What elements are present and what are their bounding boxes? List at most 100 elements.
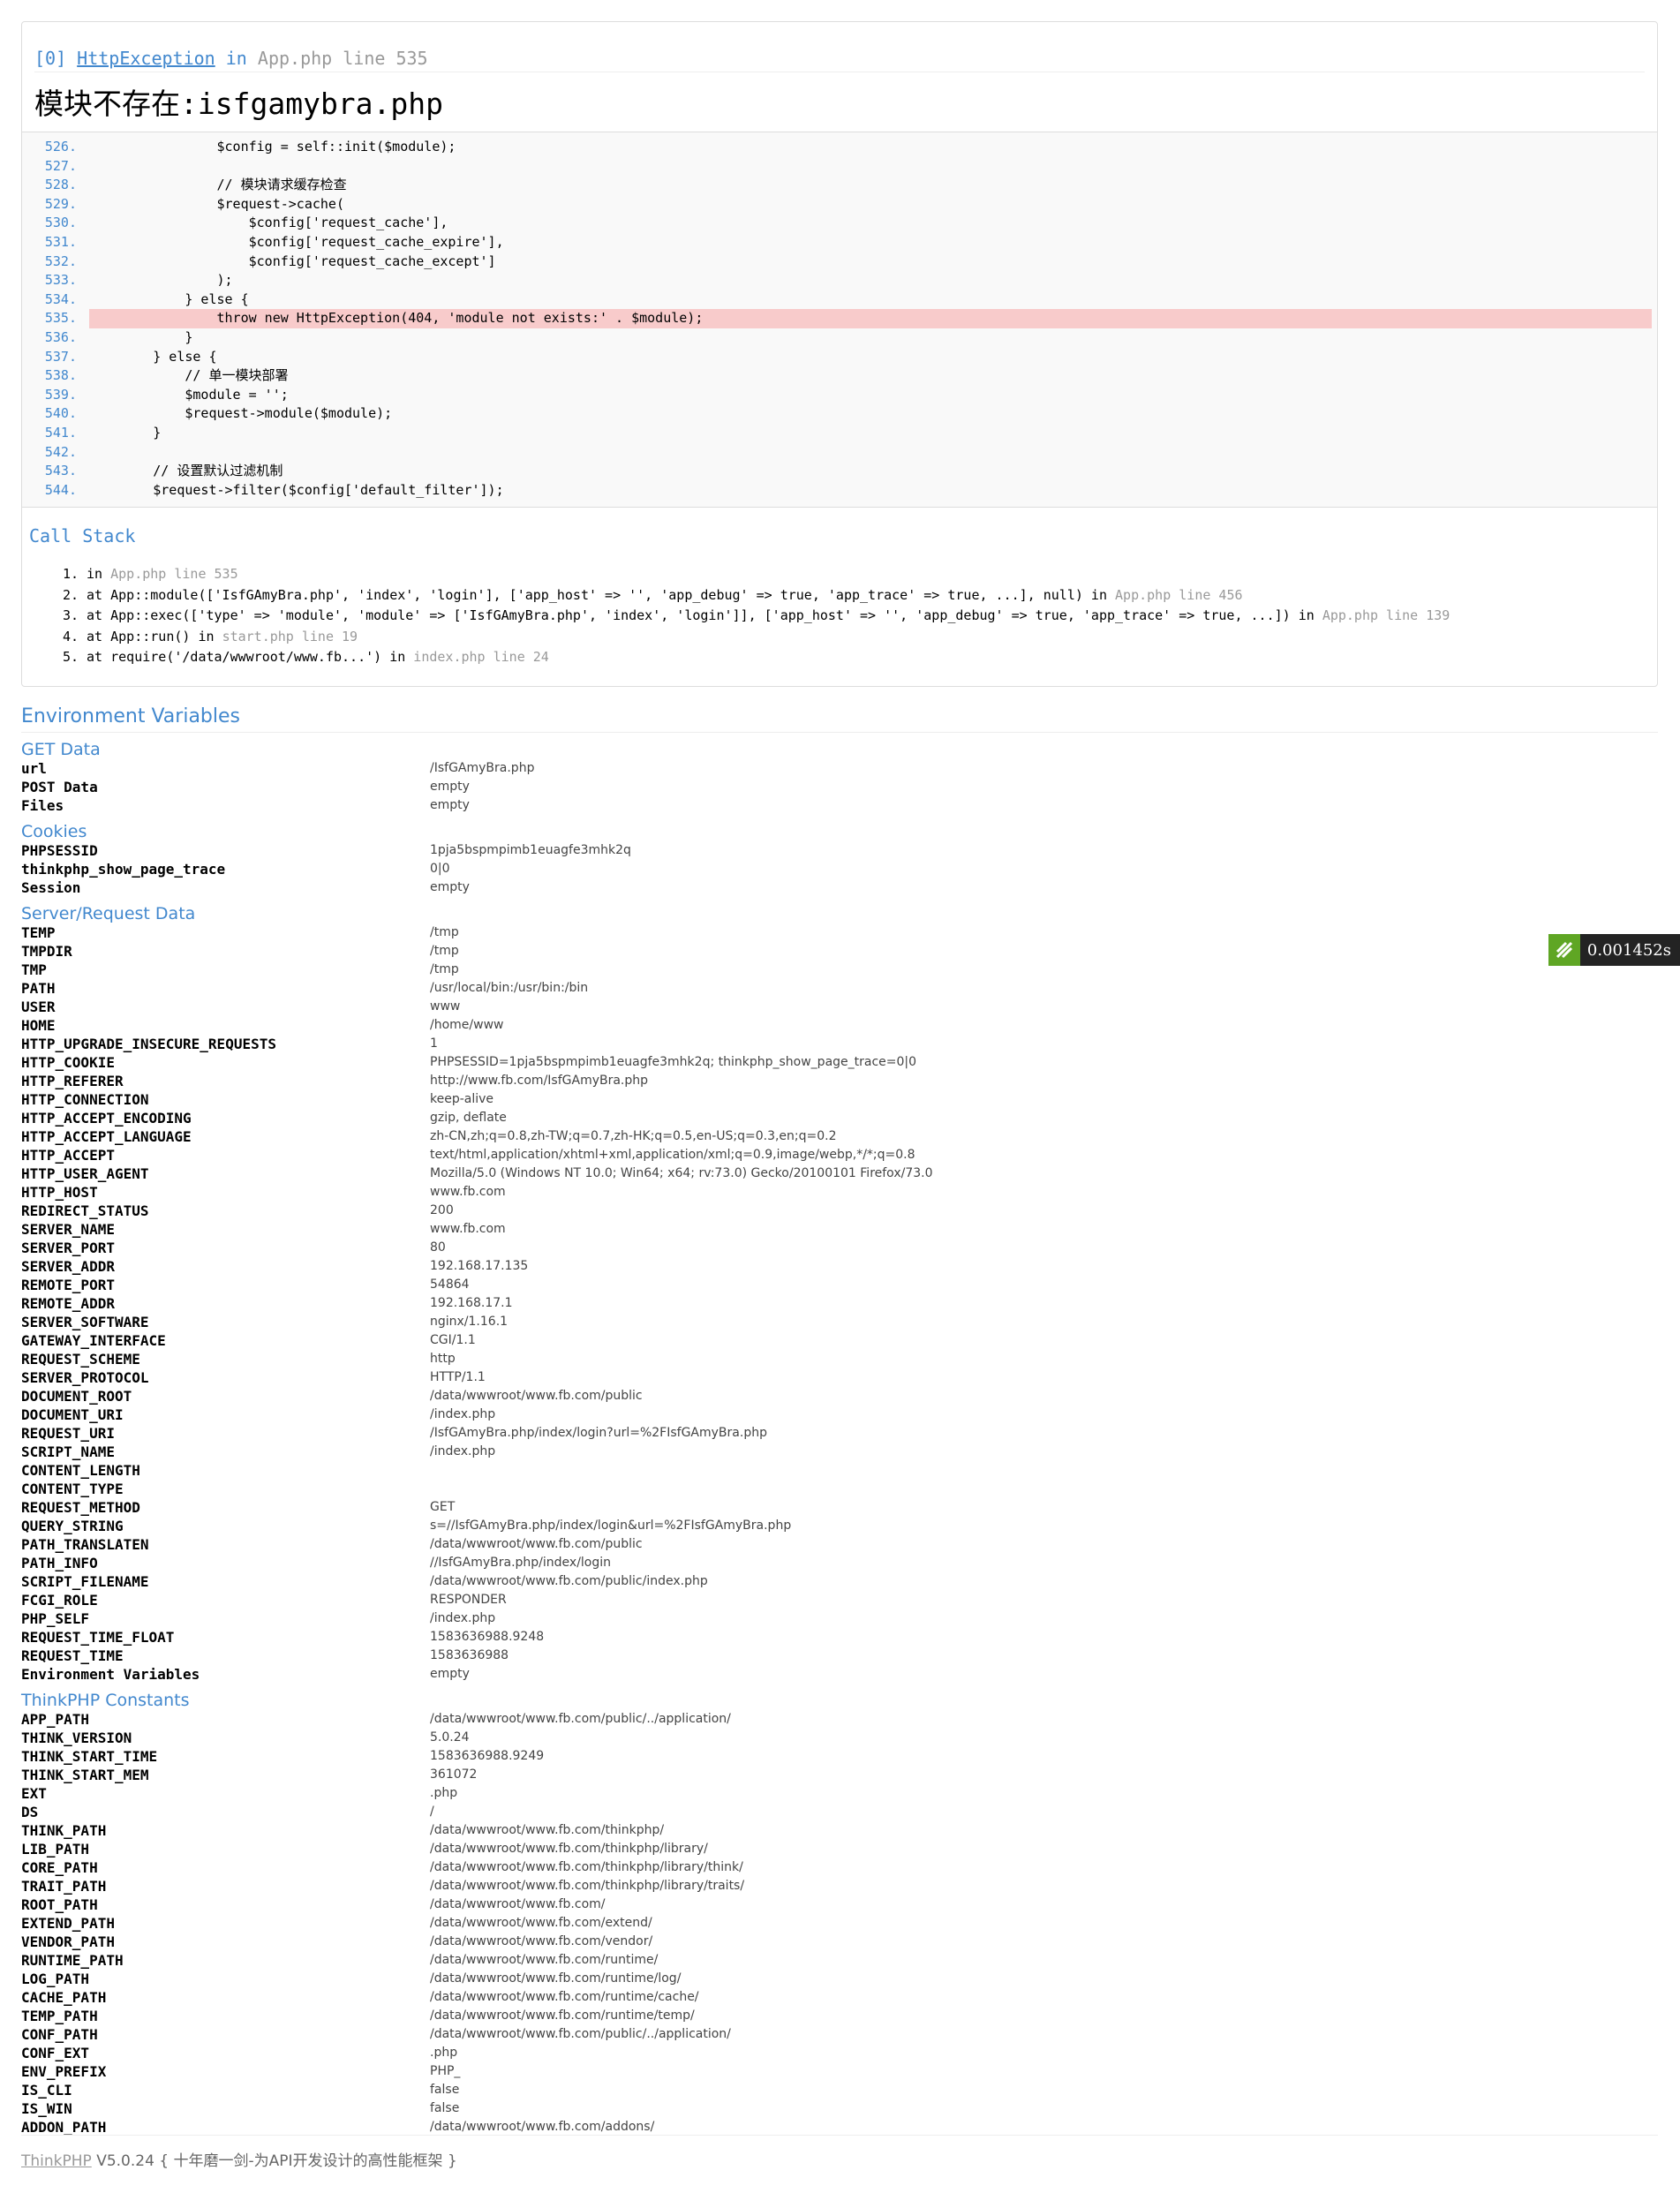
- env-row: TEMP/tmp: [21, 923, 1658, 942]
- call-stack-call: require('/data/wwwroot/www.fb...') in: [110, 649, 414, 665]
- env-row: USER www: [21, 998, 1658, 1016]
- env-value: /data/wwwroot/www.fb.com/runtime/temp/: [430, 2008, 695, 2023]
- env-value: /index.php: [430, 1444, 496, 1458]
- env-value: www.fb.com: [430, 1185, 506, 1199]
- env-key: SERVER_PROTOCOL: [21, 1369, 149, 1386]
- env-row: url/IsfGAmyBra.php: [21, 759, 1658, 778]
- source-line: 530. $config['request_cache'],: [22, 214, 1657, 233]
- env-section-title: ThinkPHP Constants: [21, 1691, 190, 1710]
- env-row: HTTP_USER_AGENT Mozilla/5.0 (Windows NT 1…: [21, 1164, 1658, 1183]
- env-row: SCRIPT_NAME/index.php: [21, 1443, 1658, 1461]
- call-stack-title: Call Stack: [29, 525, 136, 546]
- env-section: Server/Request Data TEMP/tmp TMPDIR/tmp TMP…: [21, 904, 1658, 1665]
- call-stack-item: 1. in App.php line 535: [63, 564, 1657, 585]
- line-code: $config = self::init($module);: [89, 139, 456, 154]
- env-row: LOG_PATH/data/wwwroot/www.fb.com/runtime…: [21, 1970, 1658, 1988]
- line-code: }: [89, 424, 162, 441]
- env-key: ROOT_PATH: [21, 1896, 98, 1913]
- line-code: );: [89, 272, 233, 289]
- source-line: 540. $request->module($module);: [22, 404, 1657, 424]
- env-value: /tmp: [430, 944, 459, 958]
- line-number: 528.: [44, 177, 77, 193]
- env-key: PATH_INFO: [21, 1555, 98, 1571]
- env-key: Session: [21, 879, 81, 896]
- env-value: /data/wwwroot/www.fb.com/thinkphp/: [430, 1823, 665, 1837]
- line-number: 529.: [44, 195, 77, 212]
- env-row: HTTP_ACCEPT_ENCODING gzip, deflate: [21, 1109, 1658, 1127]
- call-stack-index: 4.: [62, 628, 79, 644]
- env-value: 80: [430, 1240, 446, 1255]
- call-stack-call: App::module(['IsfGAmyBra.php', 'index', …: [110, 586, 1116, 603]
- env-key: SCRIPT_FILENAME: [21, 1573, 149, 1590]
- trace-time: 0.001452s: [1586, 940, 1671, 960]
- env-value: Mozilla/5.0 (Windows NT 10.0; Win64; x64…: [430, 1166, 933, 1180]
- env-key: TEMP_PATH: [21, 2008, 98, 2024]
- env-row: HTTP_HOST www.fb.com: [21, 1183, 1658, 1202]
- env-row: PHPSESSID 1pja5bspmpimb1euagfe3mhk2q: [21, 841, 1658, 860]
- call-stack-index: 2.: [62, 586, 79, 603]
- env-row: CONTENT_TYPE: [21, 1480, 1658, 1498]
- footer-text: V5.0.24 { 十年磨一剑-为API开发设计的高性能框架 }: [91, 2152, 457, 2170]
- env-value: http://www.fb.com/IsfGAmyBra.php: [430, 1074, 649, 1088]
- call-stack-index: 3.: [62, 607, 79, 623]
- env-key: THINK_START_MEM: [21, 1767, 149, 1783]
- env-key: HTTP_USER_AGENT: [21, 1165, 149, 1182]
- env-key: RUNTIME_PATH: [21, 1952, 124, 1969]
- line-number: 539.: [44, 386, 77, 403]
- call-stack-location: index.php line 24: [413, 649, 549, 665]
- line-number: 538.: [44, 367, 77, 384]
- env-value: 0|0: [430, 862, 450, 876]
- env-row: EXTEND_PATH/data/wwwroot/www.fb.com/exte…: [21, 1914, 1658, 1933]
- env-key: HTTP_REFERER: [21, 1073, 124, 1089]
- thinkphp-logo-icon: [1548, 934, 1580, 966]
- env-value: /tmp: [430, 962, 459, 976]
- thinkphp-link[interactable]: ThinkPHP: [21, 2152, 92, 2170]
- env-key: USER: [21, 999, 56, 1015]
- call-stack-prefix: at: [87, 586, 111, 603]
- env-key: DOCUMENT_URI: [21, 1406, 124, 1423]
- env-value: //IsfGAmyBra.php/index/login: [430, 1556, 612, 1570]
- env-row: TMPDIR/tmp: [21, 942, 1658, 961]
- env-value: www.fb.com: [430, 1222, 506, 1236]
- env-key: TMP: [21, 961, 47, 978]
- env-key: SCRIPT_NAME: [21, 1443, 115, 1460]
- source-line: 541. }: [22, 424, 1657, 443]
- env-key: THINK_PATH: [21, 1822, 107, 1839]
- exception-panel: [0] HttpException in App.php line 535 模块…: [21, 21, 1658, 687]
- call-stack-location: start.php line 19: [222, 628, 358, 644]
- env-row: DS /: [21, 1803, 1658, 1821]
- source-line: 532. $config['request_cache_except']: [22, 252, 1657, 272]
- env-row: HTTP_UPGRADE_INSECURE_REQUESTS 1: [21, 1035, 1658, 1053]
- line-code: // 单一模块部署: [89, 367, 289, 384]
- env-value: /IsfGAmyBra.php/index/login?url=%2FIsfGA…: [430, 1426, 767, 1440]
- env-row: Environment Variables empty: [21, 1665, 1658, 1684]
- env-value: empty: [430, 780, 470, 794]
- env-row: FCGI_ROLE RESPONDER: [21, 1591, 1658, 1609]
- env-key: PHP_SELF: [21, 1610, 90, 1627]
- env-value: 54864: [430, 1277, 470, 1292]
- env-value: s=//IsfGAmyBra.php/index/login&url=%2FIs…: [430, 1519, 792, 1533]
- call-stack-location: App.php line 535: [110, 566, 238, 582]
- env-value: 5.0.24: [430, 1730, 470, 1745]
- env-value: empty: [430, 1667, 470, 1681]
- env-row: VENDOR_PATH/data/wwwroot/www.fb.com/vend…: [21, 1933, 1658, 1951]
- env-key: CONTENT_LENGTH: [21, 1462, 140, 1479]
- source-line: 543. // 设置默认过滤机制: [22, 462, 1657, 481]
- env-row: REQUEST_URI/IsfGAmyBra.php/index/login?u…: [21, 1424, 1658, 1443]
- exception-class-link[interactable]: HttpException: [77, 48, 215, 69]
- env-value: empty: [430, 798, 470, 812]
- env-key: PATH: [21, 980, 56, 997]
- env-key: PHPSESSID: [21, 842, 98, 859]
- env-value: 1583636988: [430, 1648, 509, 1662]
- line-number: 531.: [44, 233, 77, 250]
- env-value: /data/wwwroot/www.fb.com/runtime/: [430, 1953, 659, 1967]
- env-row: HTTP_ACCEPT text/html,application/xhtml+x…: [21, 1146, 1658, 1164]
- env-row: TEMP_PATH/data/wwwroot/www.fb.com/runtim…: [21, 2007, 1658, 2025]
- env-key: HTTP_HOST: [21, 1184, 98, 1201]
- page-trace-toggle[interactable]: 0.001452s: [1548, 934, 1680, 966]
- env-row: HOME/home/www: [21, 1016, 1658, 1035]
- line-code: $config['request_cache_expire'],: [89, 233, 504, 250]
- env-row: LIB_PATH/data/wwwroot/www.fb.com/thinkph…: [21, 1840, 1658, 1858]
- env-section: Environment Variables empty: [21, 1665, 1658, 1684]
- line-number: 540.: [44, 405, 77, 422]
